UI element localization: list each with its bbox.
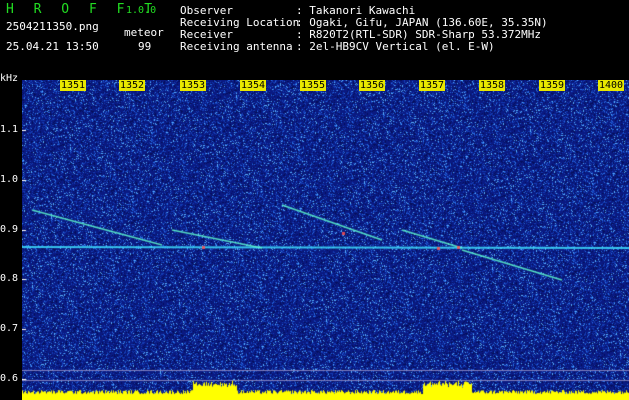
y-tick-0-6: 0.6 [0,373,19,384]
time-tick-1356: 1356 [359,80,386,91]
time-tick-1358: 1358 [479,80,506,91]
y-tick-0-8: 0.8 [0,273,19,284]
meteor-label: meteor [124,26,164,39]
spectrogram-canvas [22,80,629,400]
time-tick-1352: 1352 [119,80,146,91]
time-tick-1400: 1400 [598,80,625,91]
time-tick-1359: 1359 [539,80,566,91]
time-tick-1357: 1357 [419,80,446,91]
time-tick-1355: 1355 [300,80,327,91]
y-tick-0-7: 0.7 [0,323,19,334]
time-tick-1354: 1354 [240,80,267,91]
time-tick-1353: 1353 [180,80,207,91]
file-name: 2504211350.png [6,20,99,33]
time-tick-1351: 1351 [60,80,87,91]
file-datetime: 25.04.21 13:50 [6,40,99,53]
app-version: 1.0.0 [126,5,157,16]
y-axis-unit: kHz [0,73,19,84]
antenna-key: Receiving antenna [180,40,293,53]
meteor-count: 99 [138,40,152,53]
y-tick-1-0: 1.0 [0,174,19,185]
antenna-value: : 2el-HB9CV Vertical (el. E-W) [296,40,495,53]
y-tick-0-9: 0.9 [0,224,19,235]
y-tick-1-1: 1.1 [0,124,19,135]
